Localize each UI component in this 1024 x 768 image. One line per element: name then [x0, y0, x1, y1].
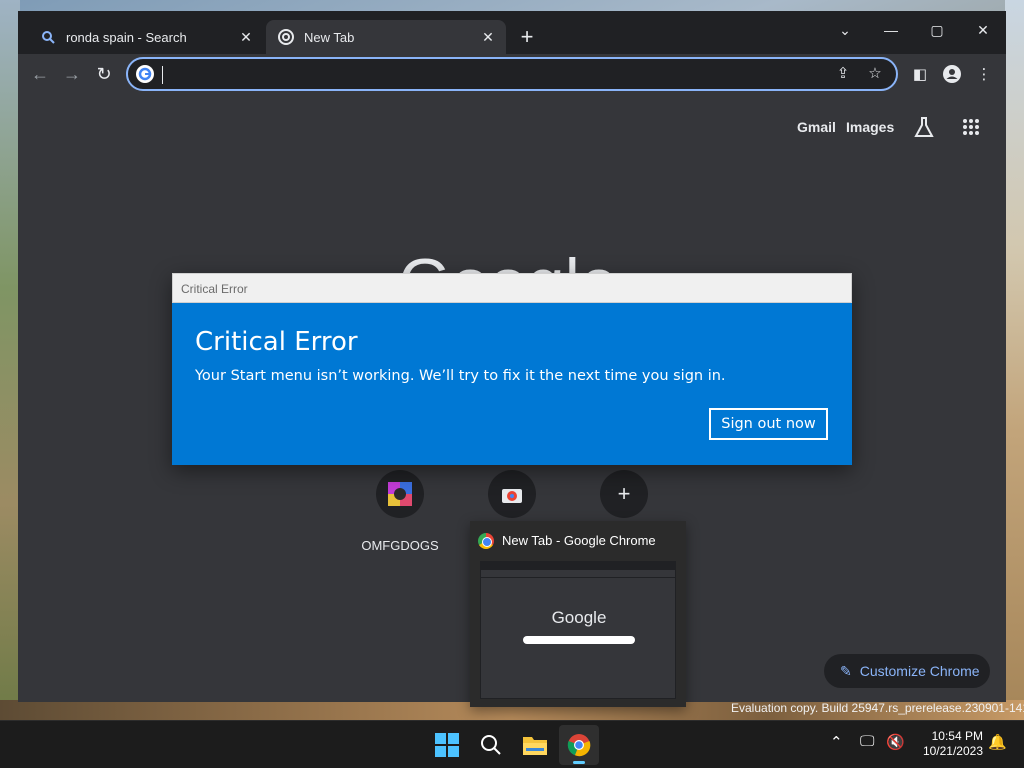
clock-date: 10/21/2023: [922, 744, 983, 758]
clock-time: 10:54 PM: [931, 729, 983, 743]
maximize-button[interactable]: ▢: [914, 15, 960, 45]
evaluation-watermark: Evaluation copy. Build 25947.rs_prerelea…: [731, 701, 1024, 715]
chrome-taskbar-button[interactable]: [559, 725, 599, 765]
close-window-button[interactable]: ✕: [960, 15, 1006, 45]
labs-flask-icon[interactable]: [913, 116, 935, 138]
profile-icon[interactable]: [941, 64, 963, 86]
browser-toolbar: ← → ↻ ⇪ ☆ ◧ ⋮: [18, 54, 1006, 94]
notification-bell-icon[interactable]: 🔔: [988, 733, 1007, 751]
images-link[interactable]: Images: [846, 119, 894, 135]
plus-icon: +: [600, 470, 648, 518]
start-button[interactable]: [427, 725, 467, 765]
wallpaper-right: [1005, 0, 1024, 720]
star-icon[interactable]: ☆: [864, 63, 886, 85]
windows-logo-icon: [435, 733, 459, 757]
tab-ronda-spain[interactable]: ronda spain - Search ✕: [28, 20, 264, 54]
close-tab-icon[interactable]: ✕: [238, 29, 254, 45]
clock[interactable]: 10:54 PM 10/21/2023: [911, 729, 983, 759]
back-arrow-icon[interactable]: ←: [28, 62, 52, 86]
dialog-title-bar: Critical Error: [172, 273, 852, 303]
close-tab-icon[interactable]: ✕: [480, 29, 496, 45]
web-store-icon: [488, 470, 536, 518]
gmail-link[interactable]: Gmail: [797, 119, 836, 135]
side-panel-icon[interactable]: ◧: [909, 64, 931, 86]
apps-grid-icon[interactable]: [962, 118, 980, 136]
search-icon: [481, 735, 501, 755]
tab-title: ronda spain - Search: [66, 29, 187, 45]
taskbar-search-button[interactable]: [471, 725, 511, 765]
google-g-icon: [136, 65, 154, 83]
tab-title: New Tab: [304, 29, 355, 45]
volume-muted-icon[interactable]: 🔇: [886, 733, 905, 751]
preview-search-box: [523, 636, 635, 644]
text-caret: [162, 66, 163, 84]
pencil-icon: ✎: [840, 662, 852, 679]
network-icon[interactable]: 🖵: [860, 733, 874, 750]
address-bar[interactable]: ⇪ ☆: [126, 57, 898, 91]
dialog-heading: Critical Error: [195, 327, 358, 357]
preview-title: New Tab - Google Chrome: [502, 533, 656, 548]
share-icon[interactable]: ⇪: [832, 63, 854, 85]
reload-icon[interactable]: ↻: [92, 62, 116, 86]
shortcut-omfgdogs[interactable]: OMFGDOGS: [350, 470, 450, 553]
tab-strip: ronda spain - Search ✕ New Tab ✕ + ⌄ — ▢…: [18, 11, 1006, 54]
search-icon: [40, 29, 56, 45]
shortcut-label: OMFGDOGS: [361, 538, 439, 553]
address-input[interactable]: [168, 63, 808, 85]
critical-error-dialog: Critical Error Critical Error Your Start…: [172, 273, 852, 465]
preview-thumbnail: Google: [480, 561, 676, 699]
preview-logo: Google: [551, 608, 607, 627]
chrome-icon: [478, 533, 494, 549]
customize-chrome-button[interactable]: ✎ Customize Chrome: [824, 654, 990, 688]
new-tab-button[interactable]: +: [514, 25, 540, 51]
show-hidden-icons-chevron-icon[interactable]: ⌃: [830, 733, 843, 751]
file-explorer-button[interactable]: [515, 725, 555, 765]
tab-new-tab[interactable]: New Tab ✕: [266, 20, 506, 54]
tab-search-chevron-icon[interactable]: ⌄: [822, 15, 868, 45]
sign-out-now-button[interactable]: Sign out now: [709, 408, 828, 440]
chrome-icon: [567, 734, 591, 757]
customize-label: Customize Chrome: [859, 663, 980, 679]
chrome-icon: [278, 29, 294, 45]
wallpaper-left: [0, 0, 20, 720]
dialog-message: Your Start menu isn’t working. We’ll try…: [195, 368, 726, 384]
taskbar: ⌃ 🖵 🔇 10:54 PM 10/21/2023 🔔: [0, 720, 1024, 768]
more-menu-icon[interactable]: ⋮: [973, 64, 995, 86]
omfgdogs-favicon-icon: [376, 470, 424, 518]
dialog-body: Critical Error Your Start menu isn’t wor…: [172, 303, 852, 465]
taskbar-thumbnail-preview[interactable]: New Tab - Google Chrome Google: [470, 521, 686, 707]
forward-arrow-icon[interactable]: →: [60, 62, 84, 86]
minimize-button[interactable]: —: [868, 15, 914, 45]
folder-icon: [523, 737, 547, 755]
